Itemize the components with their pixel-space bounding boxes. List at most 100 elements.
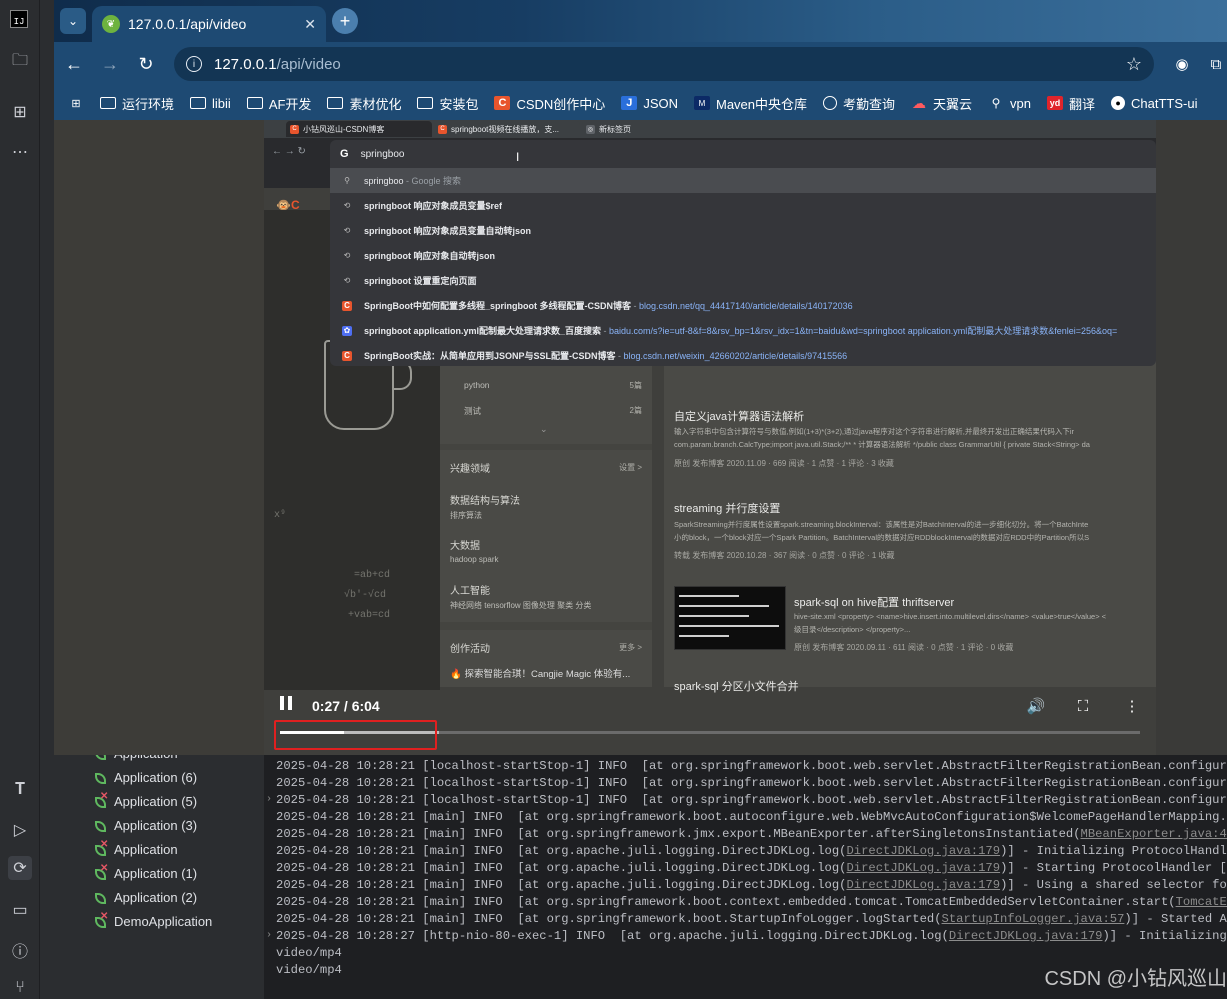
console-line: 2025-04-28 10:28:21 [main] INFO [at org.… [276,844,1227,858]
blog-post-list: 自定义java计算器语法解析 输入字符串中包含计算符号与数值,例如(1+3)*(… [664,360,1156,693]
text-tool-icon[interactable]: 𝐓 [8,778,32,802]
git-icon[interactable]: ⑂ [8,976,32,999]
globe-icon [823,96,838,110]
bookmark-star-icon[interactable]: ☆ [1126,54,1142,75]
bookmark-link[interactable]: M Maven中央仓库 [693,94,807,113]
folder-icon [327,97,344,109]
spring-run-ok-icon [94,817,110,833]
project-folder-icon[interactable]: 🗀 [8,50,32,74]
vpn-link-icon: ⚲ [991,96,1001,110]
close-icon[interactable]: ✕ [304,16,316,33]
run-config-item[interactable]: Application (3) [94,814,197,836]
forward-icon[interactable]: → [98,52,122,76]
interest-block: 兴趣领域 设置 > 数据结构与算法 排序算法 大数据 hadoop spark … [440,450,652,622]
bookmark-link[interactable]: yd 翻译 [1047,94,1095,113]
spring-run-error-icon: ✕ [94,791,110,809]
source-link[interactable]: DirectJDKLog.java:179 [846,861,1000,875]
history-icon: ⟲ [343,276,351,285]
structure-icon[interactable]: ⊞ [8,100,32,124]
run-config-label: Application (1) [114,865,198,881]
bookmark-folder[interactable]: 素材优化 [327,94,401,113]
csdn-watermark: CSDN @小钻风巡山 [1044,968,1227,990]
fold-chevron-icon[interactable]: › [266,794,272,805]
run-config-item[interactable]: ✕ Application (5) [94,790,197,812]
run-icon[interactable]: ▷ [8,818,32,842]
ide-tool-rail: IJ 🗀 ⊞ ⋯ 𝐓 ▷ ⟳ ▭ ⓘ ⑂ [0,0,40,999]
folder-icon [246,97,263,109]
bookmark-link[interactable]: ● ChatTTS-ui [1111,96,1198,111]
bookmark-link[interactable]: 考勤查询 [823,94,895,113]
browser-toolbar: ← → ↻ i 127.0.0.1/api/video ☆ ◉ ⧉ [54,42,1227,86]
video-frame-omnibox: G springboo [330,140,1156,168]
category-block: python 5篇 测试 2篇 ⌄ [440,360,652,444]
post-thumbnail [674,586,786,650]
problems-icon[interactable]: ⓘ [8,938,32,962]
more-options-icon[interactable]: ⋮ [1122,696,1142,716]
new-tab-button[interactable]: + [332,8,358,34]
video-frame-tab: ◎ 新标签页 [582,121,728,137]
text-cursor-icon: I [516,150,520,164]
run-config-item[interactable]: ✕ Application [94,838,178,860]
apps-grid-icon[interactable]: ⊞ [68,96,84,110]
json-icon: J [621,96,638,110]
pause-button[interactable] [280,696,296,712]
extensions-puzzle-icon[interactable]: ⧉ [1206,54,1226,74]
console-line: 2025-04-28 10:28:21 [localhost-startStop… [276,759,1227,773]
bookmark-folder[interactable]: 运行环境 [100,94,174,113]
bookmark-folder[interactable]: 安装包 [417,94,478,113]
tab-strip: ⌄ ❦ 127.0.0.1/api/video ✕ + [54,0,1227,42]
history-icon: ⟲ [343,251,351,260]
more-icon[interactable]: ⋯ [8,140,32,164]
bookmark-link[interactable]: J JSON [621,96,678,111]
tab-active[interactable]: ❦ 127.0.0.1/api/video ✕ [92,6,326,42]
console-line: 2025-04-28 10:28:27 [http-nio-80-exec-1]… [276,929,1227,943]
bookmark-folder[interactable]: AF开发 [246,94,311,113]
run-config-item[interactable]: ✕ DemoApplication [94,910,212,932]
github-icon: ● [1111,96,1126,110]
video-frame-nav-icon: ← → ↻ [272,146,306,157]
source-link[interactable]: DirectJDKLog.java:179 [949,929,1103,943]
console-line: 2025-04-28 10:28:21 [main] INFO [at org.… [276,878,1227,892]
video-frame-tabbar: C 小钻风巡山-CSDN博客 Cspringboot视频在线播放，支... ◎ 新标… [264,120,1156,138]
suggestion-item: ⟲ springboot 响应对象成员变量$ref [343,201,503,211]
bookmark-link[interactable]: ☁ 天翼云 [911,94,972,113]
run-config-label: Application (3) [114,817,198,833]
extension-icon[interactable]: ◉ [1172,54,1192,74]
suggestion-item: ✿ springboot application.yml配制最大处理请求数_百度搜… [342,325,1118,336]
video-player[interactable]: C 小钻风巡山-CSDN博客 Cspringboot视频在线播放，支... ◎ 新标… [264,120,1156,755]
csdn-icon: C [342,300,352,311]
source-link[interactable]: DirectJDKLog.java:179 [846,878,1000,892]
run-config-item[interactable]: Application (2) [94,886,197,908]
chalk-scribble: √b'-√cd [344,590,387,601]
run-config-label: Application [114,841,178,857]
cloud-icon: ☁ [912,94,927,111]
bookmark-folder[interactable]: libii [190,96,231,111]
url-host: 127.0.0.1 [214,55,277,73]
back-icon[interactable]: ← [62,52,86,76]
tab-title: 127.0.0.1/api/video [128,16,247,32]
blog-sidebar: python 5篇 测试 2篇 ⌄ 兴趣领域 设置 > 数据结构与算法 排序算法… [440,360,652,687]
tab-search-icon[interactable]: ⌄ [60,8,86,34]
bookmark-link[interactable]: ⚲ vpn [988,96,1031,111]
run-config-item[interactable]: ✕ Application (1) [94,862,197,884]
spring-run-error-icon: ✕ [94,839,110,857]
source-link[interactable]: StartupInfoLogger.java:57 [942,912,1125,926]
video-frame-tab: Cspringboot视频在线播放，支... [434,121,580,137]
bookmark-link[interactable]: C CSDN创作中心 [494,94,605,113]
site-info-icon[interactable]: i [186,56,202,72]
source-link[interactable]: TomcatEmbedde [1176,895,1227,909]
progress-highlight-annotation [274,720,437,750]
services-icon[interactable]: ⟳ [8,856,32,880]
address-bar[interactable]: i 127.0.0.1/api/video ☆ [174,47,1154,81]
run-config-item[interactable]: Application (6) [94,766,197,788]
volume-icon[interactable]: 🔊 [1026,696,1046,716]
fold-chevron-icon[interactable]: › [266,930,272,941]
terminal-icon[interactable]: ▭ [8,898,32,922]
console-line: 2025-04-28 10:28:21 [main] INFO [at org.… [276,912,1227,926]
fullscreen-icon[interactable]: ⛶ [1073,696,1093,716]
source-link[interactable]: DirectJDKLog.java:179 [846,844,1000,858]
console-line: 2025-04-28 10:28:21 [main] INFO [at org.… [276,861,1227,875]
source-link[interactable]: MBeanExporter.java:431 [1081,827,1227,841]
reload-icon[interactable]: ↻ [134,52,158,76]
intellij-logo-icon[interactable]: IJ [10,10,28,28]
